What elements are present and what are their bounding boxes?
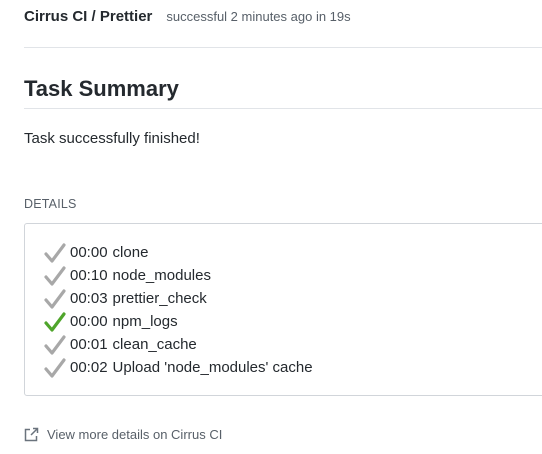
step-item-npm-logs[interactable]: 00:00 npm_logs (44, 310, 313, 333)
header-divider (24, 47, 542, 48)
view-more-details-text: View more details on Cirrus CI (47, 427, 223, 442)
step-name: clone (112, 244, 149, 261)
check-icon (44, 288, 66, 309)
step-name: Upload 'node_modules' cache (112, 359, 313, 376)
check-icon (44, 242, 66, 263)
app-title: Cirrus CI / Prettier (24, 8, 153, 25)
step-time: 00:02 (70, 359, 108, 376)
page-header: Cirrus CI / Prettier successful 2 minute… (24, 8, 351, 30)
check-icon (44, 357, 66, 378)
step-name: prettier_check (112, 290, 207, 307)
check-icon (44, 265, 66, 286)
step-name: clean_cache (112, 336, 197, 353)
check-icon (44, 334, 66, 355)
step-time: 00:00 (70, 313, 108, 330)
step-time: 00:00 (70, 244, 108, 261)
step-time: 00:10 (70, 267, 108, 284)
details-label: DETAILS (24, 197, 77, 211)
step-item-clean-cache[interactable]: 00:01 clean_cache (44, 333, 313, 356)
page-title: Task Summary (24, 76, 179, 101)
run-status: successful 2 minutes ago in 19s (166, 9, 351, 24)
step-item-node-modules[interactable]: 00:10 node_modules (44, 264, 313, 287)
step-time: 00:01 (70, 336, 108, 353)
step-item-prettier-check[interactable]: 00:03 prettier_check (44, 287, 313, 310)
step-list: 00:00 clone 00:10 node_modules 00:03 pre… (44, 241, 313, 379)
step-item-clone[interactable]: 00:00 clone (44, 241, 313, 264)
step-name: npm_logs (112, 313, 178, 330)
check-icon (44, 311, 66, 332)
view-more-details-link[interactable]: View more details on Cirrus CI (24, 427, 222, 442)
external-link-icon (24, 427, 39, 442)
step-name: node_modules (112, 267, 211, 284)
step-time: 00:03 (70, 290, 108, 307)
details-box: 00:00 clone 00:10 node_modules 00:03 pre… (24, 223, 542, 396)
summary-text: Task successfully finished! (24, 130, 200, 147)
title-divider (24, 108, 542, 109)
step-item-upload-cache[interactable]: 00:02 Upload 'node_modules' cache (44, 356, 313, 379)
